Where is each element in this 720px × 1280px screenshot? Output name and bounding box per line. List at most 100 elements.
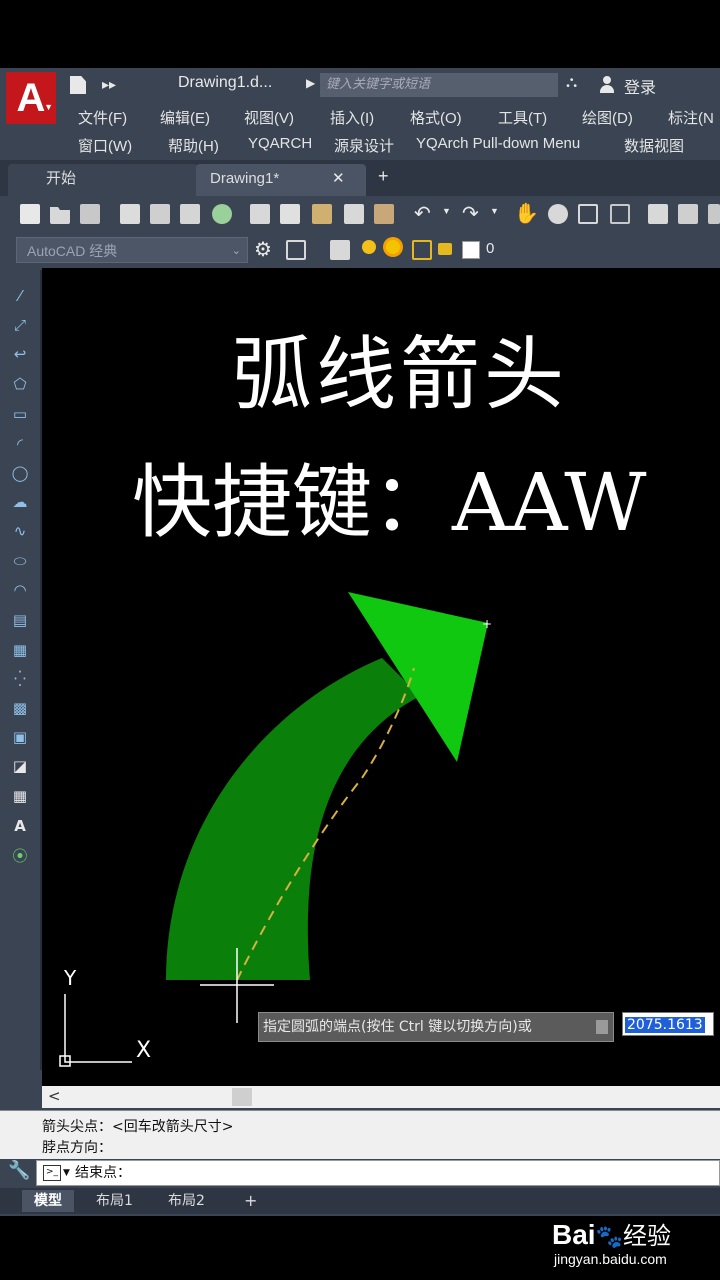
command-history-line-1: 箭头尖点：<回车改箭头尺寸> (42, 1119, 234, 1135)
command-input-text: 结束点： (75, 1165, 131, 1181)
redo-dropdown-icon[interactable]: ▼ (490, 206, 499, 216)
menu-view[interactable]: 视图(V) (244, 107, 294, 128)
binoculars-icon[interactable]: ⛬ (566, 74, 577, 92)
new-file-icon[interactable] (20, 204, 40, 224)
table-tool-icon[interactable]: ▦ (10, 786, 30, 806)
dynamic-input-prompt-text: 指定圆弧的端点(按住 Ctrl 键以切换方向)或 (263, 1019, 532, 1035)
horizontal-scroll-thumb[interactable] (232, 1088, 252, 1106)
wrench-icon[interactable]: 🔧 (8, 1160, 30, 1181)
menu-yuanquan[interactable]: 源泉设计 (334, 135, 394, 156)
login-button[interactable]: 登录 (624, 74, 656, 98)
autocad-logo-button[interactable]: A ▼ (6, 72, 56, 124)
spline-tool-icon[interactable]: ∿ (10, 521, 30, 541)
add-layout-button[interactable]: + (232, 1190, 269, 1212)
close-tab-icon[interactable]: ✕ (332, 169, 345, 187)
workspace-toggle-icon[interactable] (286, 240, 306, 260)
menu-insert[interactable]: 插入(I) (330, 107, 374, 128)
point-tool-icon[interactable]: ⁛ (10, 669, 30, 689)
circle-tool-icon[interactable]: ◯ (10, 463, 30, 483)
tab-layout1[interactable]: 布局1 (84, 1190, 145, 1212)
plot-icon[interactable] (180, 204, 200, 224)
hatch-tool-icon[interactable]: ▩ (10, 698, 30, 718)
publish-icon[interactable] (212, 204, 232, 224)
menu-help[interactable]: 帮助(H) (168, 135, 219, 156)
workspace-settings-gear-icon[interactable]: ⚙ (254, 237, 272, 262)
revision-cloud-icon[interactable]: ☁ (10, 492, 30, 512)
chevron-down-icon: ⌄ (231, 245, 241, 257)
menu-tools[interactable]: 工具(T) (498, 107, 547, 128)
menu-file[interactable]: 文件(F) (78, 107, 127, 128)
tab-start[interactable]: 开始 (8, 164, 198, 196)
command-history-line-2: 脖点方向： (42, 1140, 112, 1156)
print-icon[interactable] (120, 204, 140, 224)
add-tab-button[interactable]: + (378, 166, 389, 187)
tab-model[interactable]: 模型 (22, 1190, 74, 1212)
sun-icon[interactable] (386, 240, 400, 254)
match-properties-icon[interactable] (344, 204, 364, 224)
ellipse-arc-icon[interactable]: ◠ (10, 580, 30, 600)
make-block-icon[interactable]: ▦ (10, 640, 30, 660)
paste-icon[interactable] (312, 204, 332, 224)
multiline-text-icon[interactable]: A (10, 816, 30, 836)
undo-dropdown-icon[interactable]: ▼ (442, 206, 451, 216)
watermark-url: jingyan.baidu.com (554, 1251, 667, 1267)
dynamic-input-prompt: 指定圆弧的端点(按住 Ctrl 键以切换方向)或 (258, 1012, 614, 1042)
command-dropdown-icon[interactable]: ▼ (63, 1161, 70, 1185)
ellipse-tool-icon[interactable]: ⬭ (10, 551, 30, 571)
save-icon[interactable] (80, 204, 100, 224)
menu-yqarch[interactable]: YQARCH (248, 135, 312, 152)
copy-icon[interactable] (280, 204, 300, 224)
current-layer-name[interactable]: 0 (486, 240, 494, 257)
menu-edit[interactable]: 编辑(E) (160, 107, 210, 128)
file-title: Drawing1.d... (178, 74, 273, 91)
print-preview-icon[interactable] (150, 204, 170, 224)
layer-freeze-icon[interactable] (412, 240, 432, 260)
scroll-left-arrow[interactable]: < (48, 1087, 61, 1105)
watermark-brand: Bai (552, 1219, 596, 1250)
menu-data-view[interactable]: 数据视图 (624, 135, 684, 156)
workspace-select[interactable]: AutoCAD 经典 ⌄ (16, 237, 248, 263)
expand-icon[interactable]: ▸▸ (102, 76, 116, 93)
zoom-previous-icon[interactable] (610, 204, 630, 224)
layer-color-swatch[interactable] (462, 241, 480, 259)
polygon-tool-icon[interactable]: ⬠ (10, 374, 30, 394)
ucs-y-label: Y (64, 966, 77, 990)
tab-layout2[interactable]: 布局2 (156, 1190, 217, 1212)
design-center-icon[interactable] (678, 204, 698, 224)
arc-arrow-drawing[interactable]: + (42, 268, 720, 1086)
zoom-realtime-icon[interactable] (548, 204, 568, 224)
line-tool-icon[interactable]: ⁄ (10, 286, 30, 306)
paw-icon: 🐾 (595, 1224, 623, 1249)
insert-block-icon[interactable]: ▤ (10, 610, 30, 630)
arc-tool-icon[interactable]: ◜ (10, 434, 30, 454)
menu-window[interactable]: 窗口(W) (78, 135, 132, 156)
polyline-tool-icon[interactable]: ↩ (10, 344, 30, 364)
lightbulb-icon[interactable] (362, 240, 376, 254)
brush-icon[interactable] (374, 204, 394, 224)
redo-icon[interactable]: ↷ (462, 201, 479, 226)
dynamic-input-options-icon[interactable] (596, 1020, 608, 1034)
menu-dimension[interactable]: 标注(N (668, 107, 714, 128)
gradient-tool-icon[interactable]: ▣ (10, 727, 30, 747)
lock-icon[interactable] (438, 243, 452, 255)
layer-properties-icon[interactable] (330, 240, 350, 260)
arrow-body (166, 658, 420, 980)
menu-format[interactable]: 格式(O) (410, 107, 462, 128)
pan-hand-icon[interactable]: ✋ (514, 201, 539, 226)
horizontal-scrollbar[interactable] (42, 1086, 720, 1108)
cut-icon[interactable] (250, 204, 270, 224)
dynamic-input-value-text: 2075.1613 (625, 1017, 705, 1033)
search-input[interactable]: 键入关键字或短语 (320, 73, 558, 97)
zoom-window-icon[interactable] (578, 204, 598, 224)
dynamic-input-value[interactable]: 2075.1613 (622, 1012, 714, 1036)
rectangle-tool-icon[interactable]: ▭ (10, 404, 30, 424)
menu-yqarch-pulldown[interactable]: YQArch Pull-down Menu (416, 135, 580, 152)
region-tool-icon[interactable]: ◪ (10, 756, 30, 776)
menu-draw[interactable]: 绘图(D) (582, 107, 633, 128)
command-input[interactable]: >_ ▼ 结束点： (36, 1160, 720, 1186)
undo-icon[interactable]: ↶ (414, 201, 431, 226)
tool-palettes-icon[interactable] (708, 204, 720, 224)
add-selected-icon[interactable]: ⦿ (10, 846, 30, 866)
construction-line-icon[interactable]: ⤢ (10, 315, 30, 335)
properties-icon[interactable] (648, 204, 668, 224)
